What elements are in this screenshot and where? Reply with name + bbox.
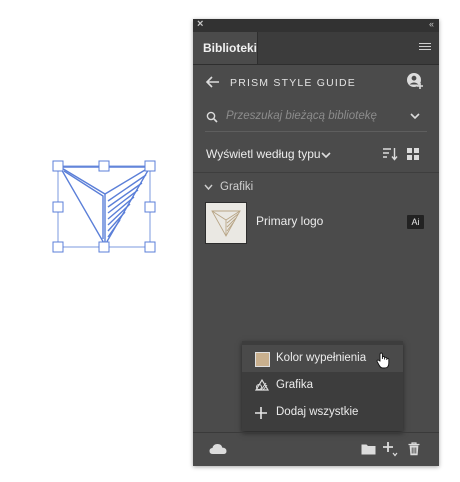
panel-titlebar[interactable]: × ‹‹ <box>193 18 439 32</box>
folder-icon[interactable] <box>361 443 376 455</box>
resize-handle[interactable] <box>144 160 156 172</box>
graphic-icon <box>255 378 270 391</box>
selected-logo-artwork[interactable] <box>50 157 160 257</box>
panel-tabbar: Biblioteki <box>193 32 439 65</box>
menu-item-label: Grafika <box>276 379 314 391</box>
sort-icon[interactable] <box>382 147 398 161</box>
collapse-icon[interactable]: ‹‹ <box>429 18 434 31</box>
section-label: Grafiki <box>220 181 254 193</box>
chevron-down-icon <box>204 184 213 191</box>
illustrator-badge: Ai <box>407 215 424 229</box>
menu-item-label: Dodaj wszystkie <box>276 406 359 418</box>
chevron-down-icon[interactable] <box>410 113 420 120</box>
asset-name: Primary logo <box>256 214 324 228</box>
view-options-row: Wyświetl według typu <box>193 140 439 173</box>
resize-handle[interactable] <box>52 201 64 213</box>
chevron-down-icon[interactable] <box>321 152 331 159</box>
library-header: PRISM STYLE GUIDE <box>193 65 439 101</box>
grid-view-icon[interactable] <box>407 148 419 160</box>
arrow-left-icon[interactable] <box>205 74 221 90</box>
cloud-icon[interactable] <box>209 443 227 455</box>
menu-item-label: Kolor wypełnienia <box>276 352 367 364</box>
panel-footer <box>193 432 439 467</box>
resize-handle[interactable] <box>98 241 110 253</box>
asset-thumbnail <box>205 202 247 244</box>
libraries-panel: × ‹‹ Biblioteki PRISM STYLE GUIDE Przesz… <box>193 18 439 467</box>
add-content-icon[interactable] <box>382 441 398 457</box>
resize-handle[interactable] <box>98 160 110 172</box>
resize-handle[interactable] <box>52 160 64 172</box>
menu-item-fill-color[interactable]: Kolor wypełnienia <box>242 345 403 372</box>
search-field[interactable]: Przeszukaj bieżącą bibliotekę <box>205 107 427 132</box>
resize-handle[interactable] <box>52 241 64 253</box>
trash-icon[interactable] <box>408 442 420 456</box>
tab-label: Biblioteki <box>203 41 258 55</box>
hand-cursor-icon <box>376 352 390 369</box>
resize-handle[interactable] <box>144 201 156 213</box>
search-placeholder: Przeszukaj bieżącą bibliotekę <box>226 110 377 122</box>
search-icon <box>206 111 218 123</box>
resize-handle[interactable] <box>144 241 156 253</box>
add-user-icon[interactable] <box>406 72 424 90</box>
menu-item-add-all[interactable]: Dodaj wszystkie <box>242 399 403 426</box>
view-by-type-dropdown[interactable]: Wyświetl według typu <box>206 147 321 161</box>
plus-icon <box>255 407 267 419</box>
color-swatch-icon <box>255 352 270 367</box>
close-icon[interactable]: × <box>197 18 203 31</box>
asset-item[interactable]: Primary logo Ai <box>205 202 427 244</box>
add-content-menu: Kolor wypełnienia Grafika Dodaj wszystki… <box>242 341 403 431</box>
library-name: PRISM STYLE GUIDE <box>230 77 357 89</box>
tab-libraries[interactable]: Biblioteki <box>193 32 258 64</box>
hamburger-menu-icon[interactable] <box>419 43 431 53</box>
menu-item-graphic[interactable]: Grafika <box>242 372 403 399</box>
